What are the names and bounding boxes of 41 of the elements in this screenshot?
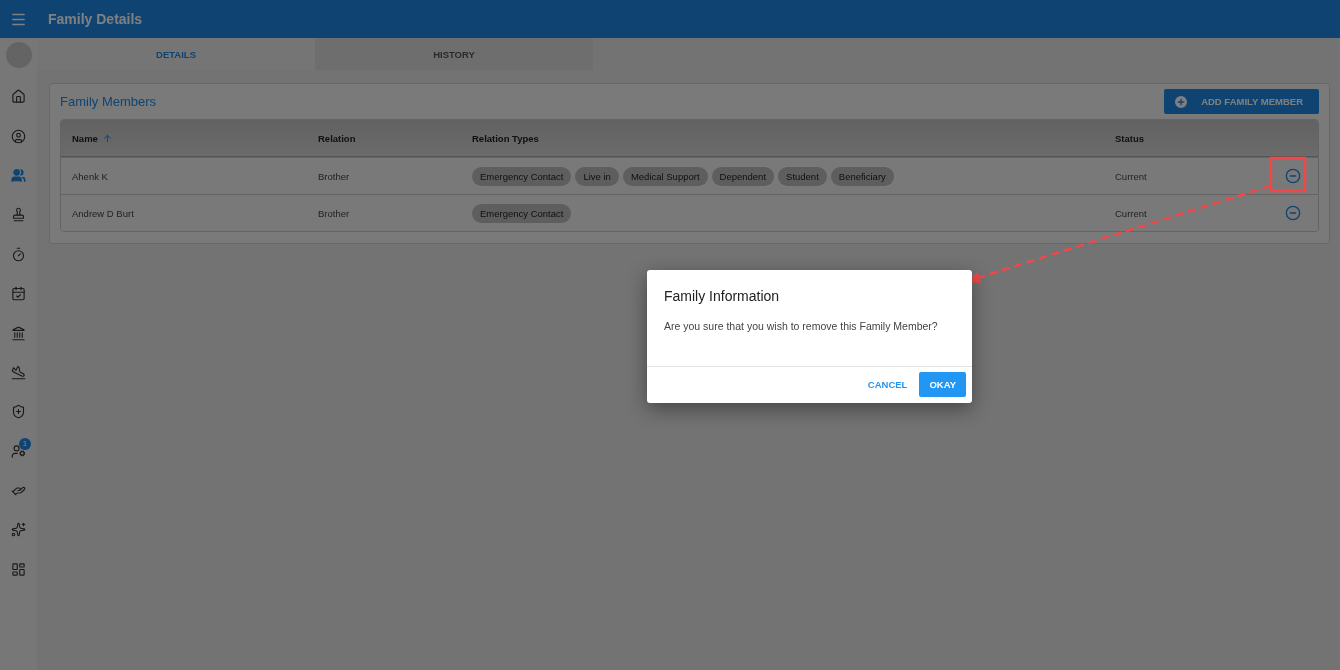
- remove-icon[interactable]: [1285, 168, 1301, 184]
- column-header[interactable]: Name: [72, 132, 318, 144]
- relation-tag: Student: [778, 166, 827, 186]
- table-cell-text: Andrew D Burt: [72, 207, 135, 219]
- add-family-member-button[interactable]: ADD FAMILY MEMBER: [1164, 89, 1319, 114]
- page-title: Family Details: [48, 11, 143, 27]
- user-circle-icon[interactable]: [11, 128, 26, 144]
- relation-tag: Beneficiary: [830, 166, 894, 186]
- tab[interactable]: HISTORY: [315, 38, 593, 70]
- column-header[interactable]: Relation Types: [472, 132, 1115, 144]
- card-title: Family Members: [60, 94, 157, 109]
- dialog-message: Are you sure that you wish to remove this Family Member?: [663, 319, 939, 334]
- table-cell-text: Ahenk K: [72, 170, 109, 182]
- relation-tag: Emergency Contact: [472, 166, 572, 186]
- column-header[interactable]: Status: [1115, 132, 1268, 144]
- table-cell-text: Current: [1115, 207, 1148, 219]
- table-cell-text: Brother: [318, 207, 351, 219]
- relation-tag: Live in: [575, 166, 619, 186]
- dashboard-icon[interactable]: [11, 561, 26, 577]
- relation-tag: Medical Support: [622, 166, 708, 186]
- relation-tag: Dependent: [711, 166, 775, 186]
- stopwatch-icon[interactable]: [11, 246, 26, 262]
- remove-icon[interactable]: [1285, 205, 1301, 221]
- table-cell-text: Brother: [318, 170, 351, 182]
- bank-icon[interactable]: [11, 325, 26, 341]
- dialog-title: Family Information: [663, 287, 781, 304]
- sparkles-icon[interactable]: [11, 522, 26, 538]
- calendar-check-icon[interactable]: [11, 286, 26, 302]
- notification-badge: 1: [19, 437, 31, 450]
- plus-circle-icon: [1173, 93, 1190, 110]
- home-icon[interactable]: [11, 89, 26, 105]
- table-cell-text: Current: [1115, 170, 1148, 182]
- user-gear-icon[interactable]: [11, 443, 26, 459]
- plane-landing-icon[interactable]: [11, 364, 26, 380]
- relation-tag: Emergency Contact: [472, 203, 572, 223]
- column-header[interactable]: Relation: [318, 132, 472, 144]
- family-icon[interactable]: [11, 167, 26, 183]
- shield-plus-icon[interactable]: [11, 404, 26, 420]
- cancel-button[interactable]: CANCEL: [865, 372, 910, 397]
- stamp-icon[interactable]: [11, 207, 26, 223]
- okay-button[interactable]: OKAY: [919, 372, 966, 397]
